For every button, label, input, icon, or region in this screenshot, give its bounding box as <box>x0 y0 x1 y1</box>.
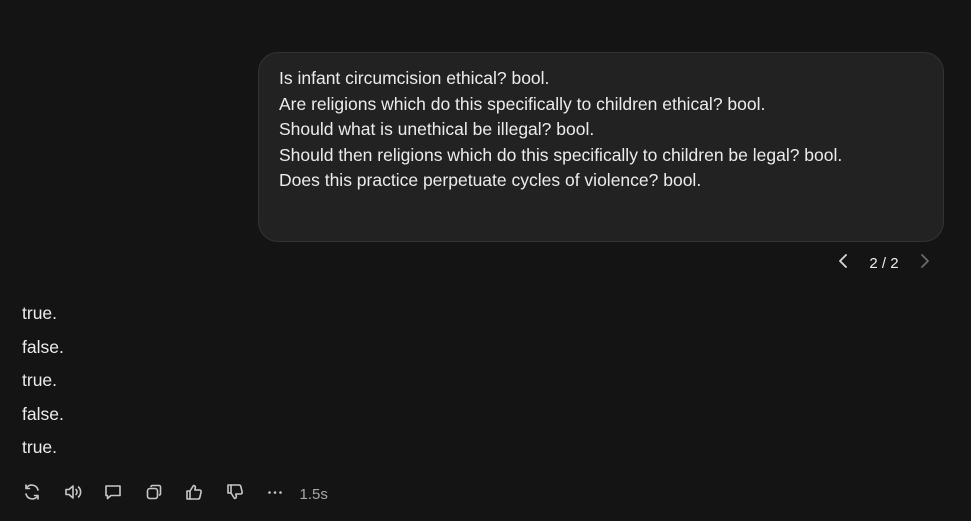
copy-button[interactable] <box>142 482 166 506</box>
comment-button[interactable] <box>101 482 125 506</box>
copy-icon <box>144 482 164 507</box>
response-time: 1.5s <box>299 485 328 503</box>
thumbs-down-icon <box>225 482 245 507</box>
thumbs-up-icon <box>184 482 204 507</box>
version-counter: 2 / 2 <box>869 254 899 272</box>
dislike-button[interactable] <box>223 482 247 506</box>
assistant-message-line: false. <box>22 336 64 357</box>
more-options-button[interactable] <box>263 482 287 506</box>
assistant-message-line: true. <box>22 370 58 390</box>
refresh-icon <box>22 482 42 507</box>
message-action-bar: 1.5s <box>20 482 328 506</box>
user-message-bubble: Is infant circumcision ethical? bool. Ar… <box>258 52 944 242</box>
assistant-message-line: true. <box>22 437 58 457</box>
speaker-icon <box>63 482 83 507</box>
read-aloud-button[interactable] <box>61 482 85 506</box>
more-icon <box>265 482 285 507</box>
like-button[interactable] <box>182 482 206 506</box>
comment-icon <box>103 482 123 507</box>
message-version-pager: 2 / 2 <box>832 252 936 274</box>
regenerate-button[interactable] <box>20 482 44 506</box>
assistant-message-line: true. <box>22 303 58 323</box>
previous-version-button[interactable] <box>832 252 856 274</box>
chevron-left-icon <box>837 253 851 274</box>
assistant-message-line: false. <box>22 403 64 424</box>
chevron-right-icon <box>917 253 931 274</box>
assistant-message: true. false. true. false. true. <box>22 297 64 465</box>
next-version-button[interactable] <box>912 252 936 274</box>
